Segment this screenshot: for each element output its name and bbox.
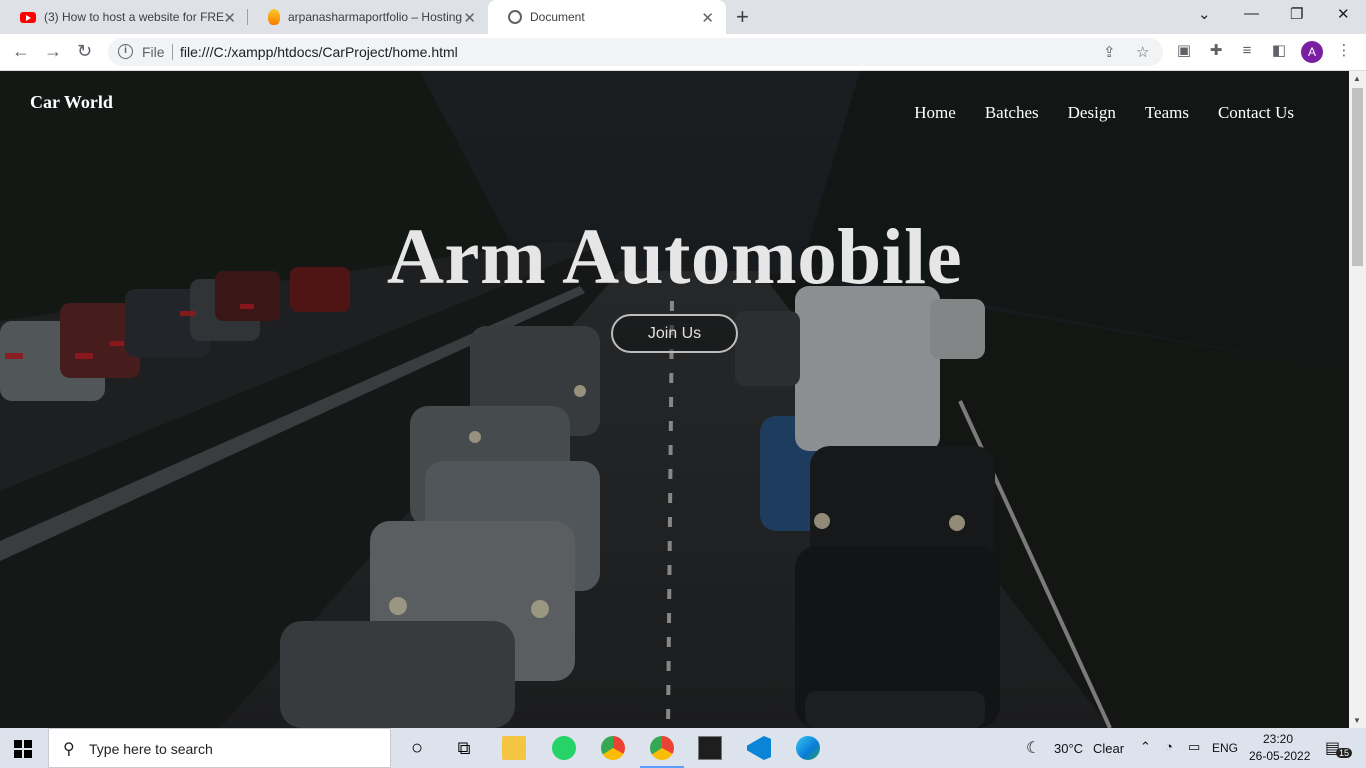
windows-taskbar: ⚲ Type here to search ○ ⧉ ☾ 30°C Clear ⌃… (0, 728, 1366, 768)
tab-strip: (3) How to host a website for FREE ✕ arp… (0, 0, 1366, 34)
address-bar[interactable]: i File file:///C:/xampp/htdocs/CarProjec… (108, 38, 1163, 66)
whatsapp-icon[interactable] (552, 736, 576, 760)
vscode-icon[interactable] (747, 736, 771, 760)
nav-contact-us[interactable]: Contact Us (1218, 103, 1294, 123)
weather-condition[interactable]: Clear (1093, 741, 1124, 756)
cast-icon[interactable]: ▣ (1176, 43, 1192, 59)
info-icon[interactable]: i (118, 44, 133, 59)
back-button[interactable]: ← (12, 41, 30, 62)
divider (172, 44, 173, 60)
scroll-up-arrow-icon[interactable]: ▲ (1353, 74, 1361, 83)
search-placeholder: Type here to search (89, 741, 213, 757)
scroll-thumb[interactable] (1352, 88, 1363, 266)
bookmark-star-icon[interactable]: ☆ (1136, 43, 1149, 61)
tab-title: Document (530, 10, 585, 24)
main-nav: Home Batches Design Teams Contact Us (914, 103, 1294, 123)
chevron-up-icon[interactable]: ⌃ (1140, 739, 1151, 755)
file-explorer-icon[interactable] (502, 736, 526, 760)
nav-home[interactable]: Home (914, 103, 956, 123)
side-panel-icon[interactable]: ◧ (1271, 43, 1287, 59)
media-control-icon[interactable]: ≡ (1239, 43, 1255, 59)
forward-button[interactable]: → (44, 41, 62, 62)
page-scrollbar[interactable]: ▲ ▼ (1349, 71, 1366, 728)
cortana-icon[interactable]: ○ (405, 736, 429, 760)
language-indicator[interactable]: ENG (1212, 741, 1238, 755)
weather-temp[interactable]: 30°C (1054, 741, 1083, 756)
windows-start-icon[interactable] (14, 740, 32, 758)
restore-button[interactable]: ❐ (1290, 5, 1303, 23)
scheme-label: File (142, 44, 165, 60)
clock-date[interactable]: 26-05-2022 (1249, 749, 1310, 763)
page-viewport: Car World Home Batches Design Teams Cont… (0, 71, 1349, 728)
firebase-icon (268, 9, 280, 25)
task-view-icon[interactable]: ⧉ (452, 736, 476, 760)
wifi-icon[interactable]: ◔ (1165, 739, 1173, 754)
nav-batches[interactable]: Batches (985, 103, 1039, 123)
notification-count-badge: 15 (1336, 748, 1353, 758)
reload-button[interactable]: ↻ (77, 41, 92, 62)
extensions-icon[interactable]: ✚ (1208, 43, 1224, 59)
nav-teams[interactable]: Teams (1145, 103, 1189, 123)
moon-weather-icon: ☾ (1026, 740, 1041, 757)
site-logo[interactable]: Car World (30, 92, 113, 113)
tab-document[interactable]: Document ✕ (488, 0, 726, 34)
tab-youtube[interactable]: (3) How to host a website for FREE ✕ (0, 0, 248, 34)
profile-avatar[interactable]: A (1301, 41, 1323, 63)
chrome-icon[interactable] (601, 736, 625, 760)
edge-icon[interactable] (796, 736, 820, 760)
new-tab-button[interactable]: + (736, 4, 749, 30)
chrome-active-icon[interactable] (650, 736, 674, 760)
globe-icon (508, 10, 522, 24)
url-text[interactable]: file:///C:/xampp/htdocs/CarProject/home.… (180, 44, 458, 60)
scroll-down-arrow-icon[interactable]: ▼ (1353, 716, 1361, 725)
search-icon: ⚲ (63, 741, 75, 758)
tab-title: (3) How to host a website for FREE (44, 10, 224, 24)
taskbar-search-box[interactable]: ⚲ Type here to search (48, 728, 391, 768)
battery-icon[interactable]: ▭ (1188, 739, 1200, 755)
browser-toolbar: ← → ↻ i File file:///C:/xampp/htdocs/Car… (0, 34, 1366, 71)
nav-design[interactable]: Design (1068, 103, 1116, 123)
tab-firebase[interactable]: arpanasharmaportfolio – Hosting ✕ (248, 0, 488, 34)
youtube-icon (20, 11, 36, 23)
close-window-button[interactable]: ✕ (1337, 5, 1350, 23)
join-us-button[interactable]: Join Us (611, 314, 738, 353)
close-icon[interactable]: ✕ (223, 9, 236, 27)
more-menu-icon[interactable]: ⋮ (1336, 43, 1352, 59)
tab-title: arpanasharmaportfolio – Hosting (288, 10, 463, 24)
hero-background-image (0, 71, 1349, 728)
minimize-button[interactable]: — (1244, 5, 1259, 22)
terminal-icon[interactable] (698, 736, 722, 760)
close-icon[interactable]: ✕ (463, 9, 476, 27)
tab-search-icon[interactable]: ⌄ (1198, 5, 1211, 23)
share-icon[interactable]: ⇪ (1103, 43, 1116, 61)
hero-title: Arm Automobile (386, 214, 963, 301)
close-icon[interactable]: ✕ (701, 9, 714, 27)
clock-time[interactable]: 23:20 (1263, 732, 1293, 746)
